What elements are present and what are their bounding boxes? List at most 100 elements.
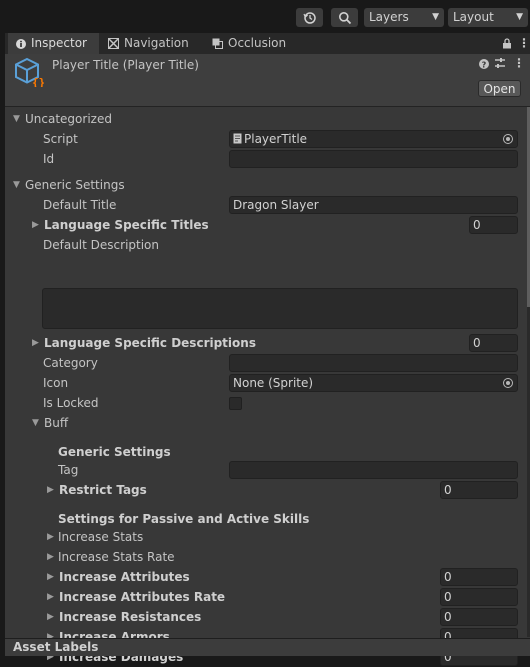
chevron-down-icon: ▼: [516, 12, 523, 22]
language-descriptions-count[interactable]: 0: [469, 334, 518, 352]
icon-value: None (Sprite): [233, 376, 314, 390]
increase-stats-rate-row[interactable]: ▶ Increase Stats Rate: [5, 547, 525, 567]
section-uncategorized[interactable]: ▼ Uncategorized: [5, 109, 525, 129]
section-uncategorized-label: Uncategorized: [25, 112, 112, 126]
script-file-icon: [233, 133, 242, 144]
is-locked-row: Is Locked: [5, 393, 525, 413]
increase-stats-row[interactable]: ▶ Increase Stats: [5, 527, 525, 547]
increase-attributes-label: Increase Attributes: [59, 570, 190, 584]
tab-occlusion[interactable]: Occlusion: [212, 33, 286, 54]
id-row: Id: [5, 149, 525, 169]
default-description-label: Default Description: [43, 238, 160, 252]
asset-labels-bar[interactable]: Asset Labels: [5, 638, 530, 656]
restrict-tags-row[interactable]: ▶ Restrict Tags 0: [5, 480, 525, 500]
category-row: Category: [5, 353, 525, 373]
tab-inspector-label: Inspector: [31, 36, 87, 50]
is-locked-label: Is Locked: [43, 396, 99, 410]
category-input[interactable]: [229, 354, 518, 372]
skills-heading: Settings for Passive and Active Skills: [58, 512, 310, 526]
restrict-tags-label: Restrict Tags: [59, 483, 147, 497]
foldout-expanded-icon: ▼: [13, 114, 20, 124]
default-description-row: Default Description: [5, 235, 525, 255]
presets-icon[interactable]: [494, 57, 506, 72]
increase-resistances-count[interactable]: 0: [440, 608, 518, 626]
open-button[interactable]: Open: [478, 80, 521, 97]
language-titles-row[interactable]: ▶ Language Specific Titles 0: [5, 215, 525, 235]
increase-attributes-rate-count[interactable]: 0: [440, 588, 518, 606]
object-picker-icon[interactable]: [503, 378, 513, 388]
icon-field[interactable]: None (Sprite): [229, 374, 518, 392]
language-titles-label: Language Specific Titles: [44, 218, 209, 232]
default-title-input[interactable]: Dragon Slayer: [229, 196, 518, 214]
increase-attributes-rate-row[interactable]: ▶ Increase Attributes Rate 0: [5, 587, 525, 607]
script-row: Script PlayerTitle: [5, 129, 525, 149]
id-label: Id: [43, 152, 55, 166]
more-options-icon[interactable]: ⋮: [513, 56, 525, 70]
script-field[interactable]: PlayerTitle: [229, 130, 518, 148]
language-descriptions-label: Language Specific Descriptions: [44, 336, 256, 350]
restrict-tags-count[interactable]: 0: [440, 481, 518, 499]
increase-attributes-rate-label: Increase Attributes Rate: [59, 590, 226, 604]
top-toolbar: Layers ▼ Layout ▼: [0, 0, 530, 32]
info-icon: [16, 38, 26, 49]
default-description-textarea[interactable]: [42, 288, 518, 329]
layout-label: Layout: [453, 10, 494, 24]
foldout-expanded-icon: ▼: [32, 418, 39, 428]
section-generic-label: Generic Settings: [25, 178, 125, 192]
buff-generic-heading: Generic Settings: [58, 445, 171, 459]
search-icon: [338, 11, 351, 24]
skills-heading-row: Settings for Passive and Active Skills: [5, 509, 525, 529]
inspector-content: ▼ Uncategorized Script PlayerTitle Id ▼ …: [5, 107, 530, 666]
foldout-collapsed-icon: ▶: [47, 532, 54, 542]
tab-occlusion-label: Occlusion: [228, 36, 287, 50]
more-options-icon[interactable]: ⋮: [518, 33, 530, 54]
increase-resistances-label: Increase Resistances: [59, 610, 202, 624]
id-input[interactable]: [229, 150, 518, 168]
language-descriptions-row[interactable]: ▶ Language Specific Descriptions 0: [5, 333, 525, 353]
increase-attributes-count[interactable]: 0: [440, 568, 518, 586]
svg-text:?: ?: [482, 61, 487, 70]
increase-stats-rate-label: Increase Stats Rate: [58, 550, 175, 564]
tag-row: Tag: [5, 460, 525, 480]
layers-label: Layers: [369, 10, 409, 24]
tab-navigation[interactable]: Navigation: [108, 33, 189, 54]
default-title-row: Default Title Dragon Slayer: [5, 195, 525, 215]
increase-resistances-row[interactable]: ▶ Increase Resistances 0: [5, 607, 525, 627]
tab-navigation-label: Navigation: [124, 36, 189, 50]
help-icon[interactable]: ?: [479, 58, 489, 72]
history-icon: [302, 11, 316, 24]
chevron-down-icon: ▼: [432, 12, 439, 22]
foldout-collapsed-icon: ▶: [47, 572, 54, 582]
language-titles-count[interactable]: 0: [469, 216, 518, 234]
icon-row: Icon None (Sprite): [5, 373, 525, 393]
buff-row[interactable]: ▼ Buff: [5, 413, 525, 433]
search-button[interactable]: [331, 8, 358, 27]
category-label: Category: [43, 356, 98, 370]
script-value: PlayerTitle: [244, 132, 308, 146]
tag-label: Tag: [58, 463, 79, 477]
foldout-collapsed-icon: ▶: [47, 485, 54, 495]
object-header: {} Player Title (Player Title) ? ⋮: [5, 54, 530, 107]
buff-label: Buff: [44, 416, 69, 430]
asset-labels-label: Asset Labels: [13, 640, 99, 654]
section-generic-settings[interactable]: ▼ Generic Settings: [5, 175, 525, 195]
increase-stats-label: Increase Stats: [58, 530, 144, 544]
tag-input[interactable]: [229, 461, 518, 479]
foldout-collapsed-icon: ▶: [32, 220, 39, 230]
script-label: Script: [43, 132, 78, 146]
is-locked-checkbox[interactable]: [229, 397, 242, 410]
icon-label: Icon: [43, 376, 69, 390]
foldout-collapsed-icon: ▶: [47, 612, 54, 622]
tab-bar: Inspector Navigation Occlusion ⋮: [5, 33, 530, 54]
increase-attributes-row[interactable]: ▶ Increase Attributes 0: [5, 567, 525, 587]
occlusion-icon: [212, 38, 223, 49]
lock-icon[interactable]: [502, 33, 512, 54]
navigation-icon: [108, 38, 119, 49]
history-button[interactable]: [296, 8, 323, 27]
scriptable-object-icon: {}: [14, 57, 45, 90]
foldout-collapsed-icon: ▶: [47, 592, 54, 602]
object-picker-icon[interactable]: [503, 134, 513, 144]
tab-inspector[interactable]: Inspector: [8, 33, 99, 54]
layers-dropdown[interactable]: Layers ▼: [364, 8, 444, 27]
layout-dropdown[interactable]: Layout ▼: [448, 8, 528, 27]
